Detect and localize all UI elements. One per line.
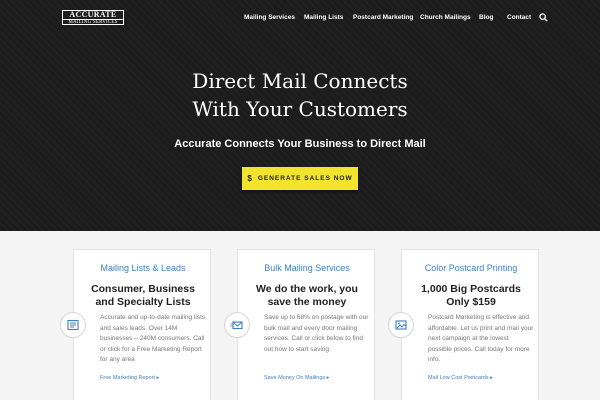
hero-subtitle: Accurate Connects Your Business to Direc… bbox=[174, 138, 426, 150]
generate-sales-button[interactable]: $ GENERATE SALES NOW bbox=[242, 167, 358, 190]
free-marketing-report-link[interactable]: Free Marketing Report ▸ bbox=[100, 375, 159, 381]
card-title-line2: Only $159 bbox=[446, 296, 496, 308]
card-heading: Mailing Lists & Leads bbox=[100, 263, 186, 273]
dollar-icon: $ bbox=[247, 174, 253, 183]
nav-item-mailing-services[interactable]: Mailing Services bbox=[244, 14, 295, 21]
card-title-line1: Consumer, Business bbox=[91, 283, 195, 295]
nav-item-contact[interactable]: Contact bbox=[507, 14, 531, 21]
nav-item-postcard-marketing[interactable]: Postcard Marketing bbox=[353, 14, 413, 21]
card-title-line1: 1,000 Big Postcards bbox=[421, 283, 521, 295]
hero-section: ACCURATE MAILING SERVICES Mailing Servic… bbox=[0, 0, 600, 231]
nav-item-blog[interactable]: Blog bbox=[479, 14, 493, 21]
nav-item-mailing-lists[interactable]: Mailing Lists bbox=[304, 14, 343, 21]
nav-item-church-mailings[interactable]: Church Mailings bbox=[420, 14, 471, 21]
hero-title-line2: With Your Customers bbox=[192, 97, 408, 121]
envelope-icon bbox=[224, 312, 250, 338]
hero-title-line1: Direct Mail Connects bbox=[192, 69, 408, 93]
card-heading: Color Postcard Printing bbox=[424, 263, 518, 273]
card-bulk-mailing: Bulk Mailing Services We do the work, yo… bbox=[237, 249, 375, 400]
card-title: 1,000 Big Postcards Only $159 bbox=[402, 283, 540, 309]
image-icon bbox=[388, 312, 414, 338]
newspaper-icon bbox=[60, 312, 86, 338]
card-mailing-lists: Mailing Lists & Leads Consumer, Business… bbox=[73, 249, 211, 400]
save-money-link[interactable]: Save Money On Mailings ▸ bbox=[264, 375, 329, 381]
card-body: Accurate and up-to-date mailing lists an… bbox=[100, 314, 206, 363]
card-title-line2: save the money bbox=[267, 296, 347, 308]
card-postcard-printing: Color Postcard Printing 1,000 Big Postca… bbox=[401, 249, 539, 400]
card-title: We do the work, you save the money bbox=[238, 283, 376, 309]
search-icon[interactable] bbox=[539, 13, 548, 22]
main-nav: Mailing Services Mailing Lists Postcard … bbox=[0, 14, 600, 24]
card-heading: Bulk Mailing Services bbox=[264, 263, 350, 273]
card-body: Save up to 68% on postage with our bulk … bbox=[264, 314, 369, 353]
mail-postcards-link[interactable]: Mail Low Cost Postcards ▸ bbox=[428, 375, 493, 381]
card-title-line2: and Specialty Lists bbox=[95, 296, 191, 308]
card-body: Postcard Marketing is effective and affo… bbox=[428, 314, 534, 363]
card-title-line1: We do the work, you bbox=[256, 283, 358, 295]
cta-label: GENERATE SALES NOW bbox=[257, 175, 353, 182]
hero-title: Direct Mail Connects With Your Customers bbox=[0, 67, 600, 123]
card-title: Consumer, Business and Specialty Lists bbox=[74, 283, 212, 309]
